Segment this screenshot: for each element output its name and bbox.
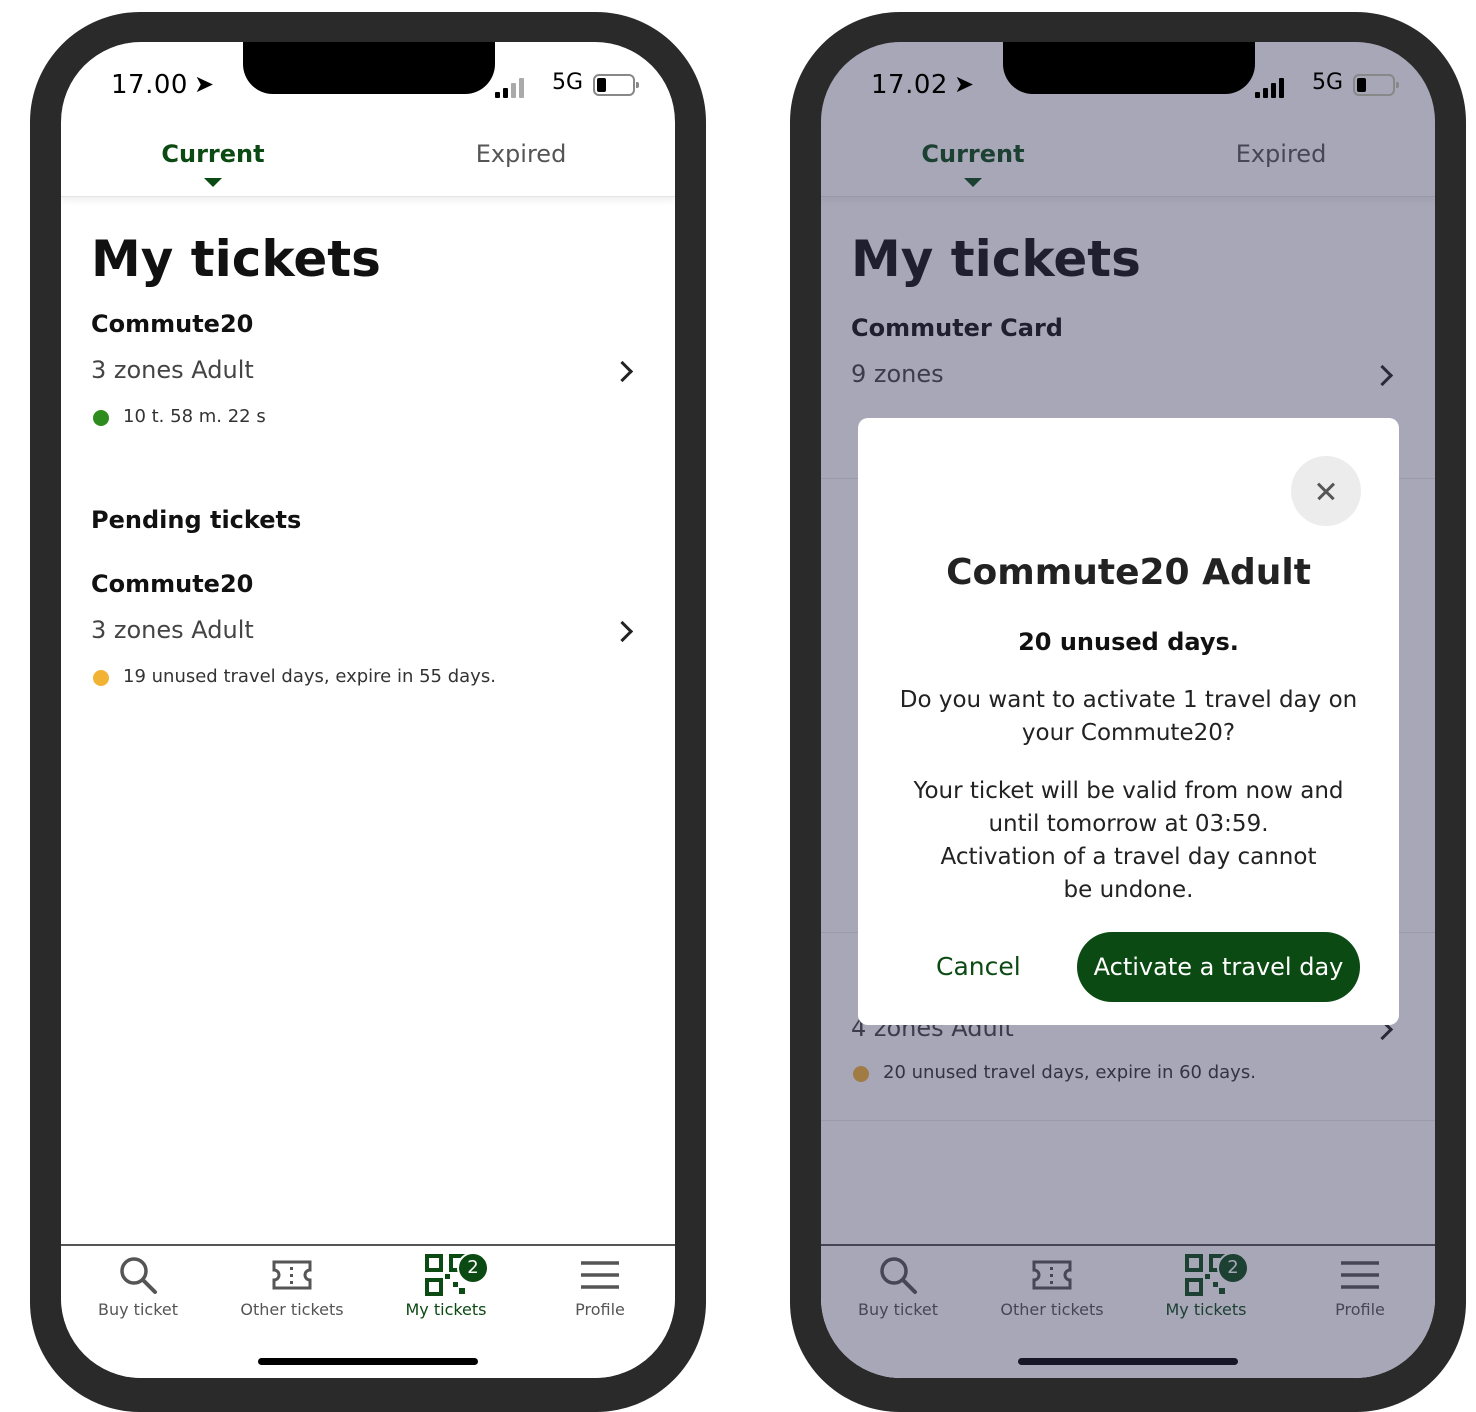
status-time: 17.00 ➤	[111, 70, 215, 100]
screen-left: 17.00 ➤ 5G Current Expired My tickets Com…	[61, 42, 675, 1378]
activate-travel-day-button[interactable]: Activate a travel day	[1077, 932, 1360, 1002]
tab-expired[interactable]: Expired	[421, 140, 621, 168]
battery-icon	[593, 74, 639, 96]
tab-indicator-icon	[204, 178, 222, 187]
validity-info: Your ticket will be valid from now and u…	[888, 775, 1369, 907]
tickets-count-badge: 2	[457, 1252, 489, 1284]
info-line: Activation of a travel day cannot	[940, 844, 1317, 870]
ticket-icon	[272, 1260, 312, 1290]
question-line: your Commute20?	[1021, 720, 1236, 746]
question-line: Do you want to activate 1 travel day on	[899, 687, 1358, 713]
network-type: 5G	[1311, 70, 1343, 95]
screen-right: 17.02 ➤ 5G Current Expired My tickets Com…	[821, 42, 1435, 1378]
pending-ticket-subtitle[interactable]: 3 zones Adult	[91, 616, 254, 644]
cancel-button[interactable]: Cancel	[936, 952, 1021, 981]
signal-icon	[495, 76, 529, 98]
pending-ticket-status: 19 unused travel days, expire in 55 days…	[123, 666, 496, 687]
pending-status-dot	[93, 670, 109, 686]
ticket-subtitle[interactable]: 3 zones Adult	[91, 356, 254, 384]
notch	[1003, 42, 1255, 94]
network-type: 5G	[551, 70, 583, 95]
search-icon	[120, 1257, 157, 1294]
location-arrow-icon: ➤	[953, 70, 975, 98]
unused-days-text: 20 unused days.	[1018, 628, 1239, 656]
activate-dialog: Commute20 Adult 20 unused days. Do you w…	[858, 418, 1399, 1025]
ticket-timer: 10 t. 58 m. 22 s	[123, 406, 266, 427]
nav-label: Buy ticket	[98, 1300, 178, 1319]
nav-label: Profile	[575, 1300, 625, 1319]
ticket-title[interactable]: Commute20	[91, 310, 253, 338]
signal-icon	[1255, 76, 1289, 98]
status-time: 17.02 ➤	[871, 70, 975, 100]
dialog-title: Commute20 Adult	[946, 552, 1311, 593]
home-indicator[interactable]	[258, 1358, 478, 1365]
location-arrow-icon: ➤	[193, 70, 215, 98]
chevron-right-icon[interactable]	[611, 360, 634, 383]
ticket-tabs: Current Expired	[61, 132, 675, 197]
nav-label: Other tickets	[240, 1300, 344, 1319]
menu-icon	[581, 1261, 619, 1289]
tab-current[interactable]: Current	[113, 140, 313, 187]
info-line: be undone.	[1063, 877, 1194, 903]
active-status-dot	[93, 410, 109, 426]
notch	[243, 42, 495, 94]
phone-frame-left: 17.00 ➤ 5G Current Expired My tickets Com…	[30, 12, 706, 1412]
confirm-question: Do you want to activate 1 travel day on …	[888, 684, 1369, 750]
phone-frame-right: 17.02 ➤ 5G Current Expired My tickets Com…	[790, 12, 1466, 1412]
info-line: Your ticket will be valid from now and	[913, 778, 1344, 804]
info-line: until tomorrow at 03:59.	[988, 811, 1269, 837]
chevron-right-icon[interactable]	[611, 620, 634, 643]
pending-ticket-title[interactable]: Commute20	[91, 570, 253, 598]
pending-heading: Pending tickets	[91, 506, 302, 534]
battery-icon	[1353, 74, 1399, 96]
close-button[interactable]	[1291, 456, 1361, 526]
nav-label: My tickets	[405, 1300, 487, 1319]
page-title: My tickets	[91, 230, 381, 288]
